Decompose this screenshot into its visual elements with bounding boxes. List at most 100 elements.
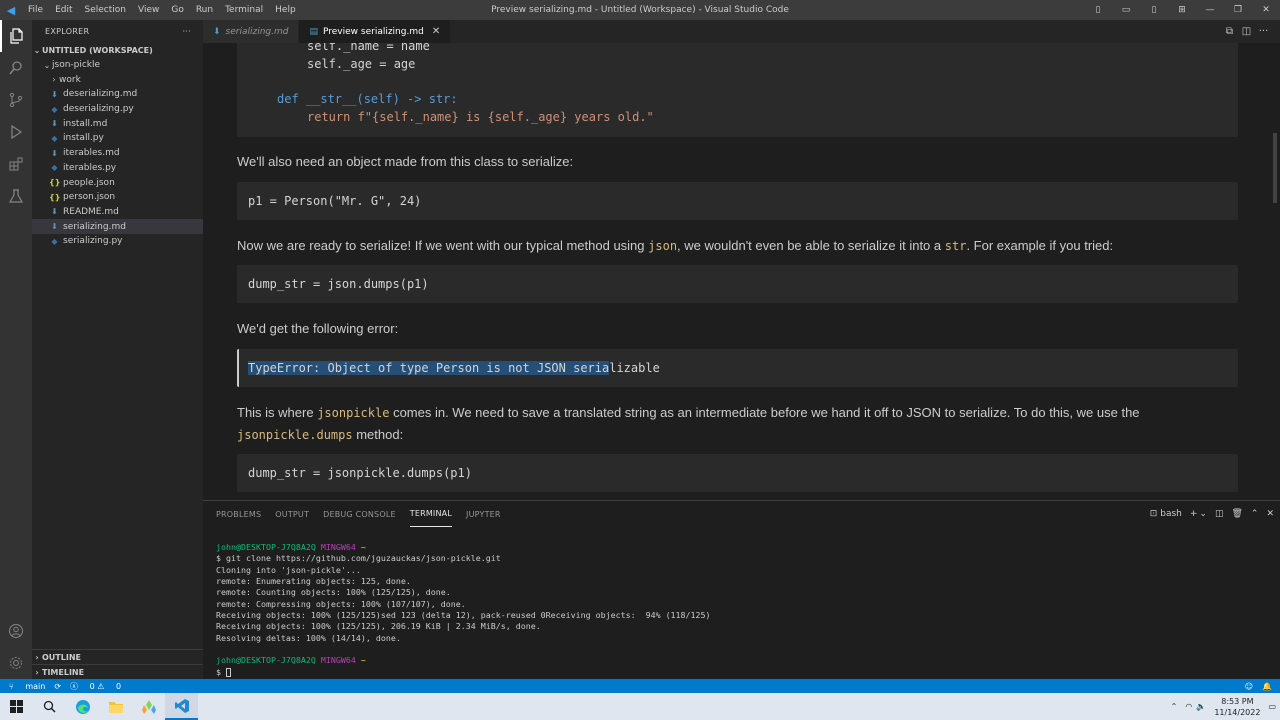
file-people-json[interactable]: {} people.json — [32, 175, 203, 190]
file-explorer-icon[interactable] — [99, 693, 132, 720]
source-control-icon[interactable] — [0, 84, 32, 116]
branch-indicator[interactable]: ⑂ main — [9, 682, 45, 691]
code-line: def __str__(self) -> str: — [277, 92, 458, 106]
accounts-icon[interactable] — [0, 615, 32, 647]
terminal-line: remote: Compressing objects: 100% (107/1… — [216, 598, 466, 609]
tab-terminal[interactable]: TERMINAL — [409, 501, 453, 527]
run-debug-icon[interactable] — [0, 116, 32, 148]
close-tab-icon[interactable]: ✕ — [432, 26, 440, 37]
bottom-panel: PROBLEMS OUTPUT DEBUG CONSOLE TERMINAL J… — [203, 500, 1280, 679]
menu-go[interactable]: Go — [165, 5, 189, 15]
outline-section[interactable]: › OUTLINE — [32, 649, 203, 664]
menu-terminal[interactable]: Terminal — [219, 5, 269, 15]
volume-icon[interactable]: 🔈 — [1196, 702, 1206, 711]
scrollbar-thumb[interactable] — [1273, 133, 1277, 203]
file-readme-md[interactable]: ⬇ README.md — [32, 205, 203, 220]
testing-icon[interactable] — [0, 180, 32, 212]
file-install-py[interactable]: ◆ install.py — [32, 131, 203, 146]
os-taskbar: ⌃ ◠ 🔈 8:53 PM 11/14/2022 ▭ — [0, 693, 1280, 720]
split-editor-icon[interactable]: ◫ — [1238, 26, 1255, 37]
file-install-md[interactable]: ⬇ install.md — [32, 116, 203, 131]
customize-layout-icon[interactable]: ⊞ — [1168, 5, 1196, 15]
clock[interactable]: 8:53 PM 11/14/2022 — [1214, 696, 1260, 718]
file-deserializing-md[interactable]: ⬇ deserializing.md — [32, 87, 203, 102]
more-actions-icon[interactable]: ··· — [182, 27, 191, 36]
file-deserializing-py[interactable]: ◆ deserializing.py — [32, 102, 203, 117]
menu-selection[interactable]: Selection — [79, 5, 132, 15]
toggle-secondary-sidebar-icon[interactable]: ▯ — [1140, 5, 1168, 15]
toggle-sidebar-icon[interactable]: ▯ — [1084, 5, 1112, 15]
notifications-icon[interactable]: 🔔 — [1262, 682, 1272, 691]
workspace-root[interactable]: ⌄ UNTITLED (WORKSPACE) — [32, 43, 203, 58]
json-file-icon: {} — [49, 178, 61, 188]
maximize-icon[interactable]: ❐ — [1224, 5, 1252, 15]
minimize-icon[interactable]: — — [1196, 5, 1224, 15]
markdown-file-icon: ⬇ — [51, 207, 58, 217]
extensions-icon[interactable] — [0, 148, 32, 180]
more-actions-icon[interactable]: ··· — [1255, 26, 1272, 37]
menu-edit[interactable]: Edit — [49, 5, 78, 15]
folder-work[interactable]: › work — [32, 72, 203, 87]
search-icon[interactable] — [0, 52, 32, 84]
code-line: dump_str = json.dumps(p1) — [248, 277, 429, 291]
problems-indicator[interactable]: ⓧ 0 ⚠ 0 — [70, 681, 121, 692]
markdown-file-icon: ⬇ — [213, 26, 221, 37]
search-icon[interactable] — [33, 693, 66, 720]
chevron-down-icon[interactable]: ⌄ — [1199, 509, 1207, 519]
inline-code: str — [944, 239, 967, 253]
tab-jupyter[interactable]: JUPYTER — [466, 501, 501, 527]
file-iterables-py[interactable]: ◆ iterables.py — [32, 161, 203, 176]
tab-preview-serializing-md[interactable]: ▤ Preview serializing.md ✕ — [299, 20, 452, 43]
vscode-taskbar-icon[interactable] — [165, 693, 198, 720]
menu-run[interactable]: Run — [190, 5, 219, 15]
prompt-user: john@DESKTOP-J7Q8A2Q — [216, 542, 316, 552]
tab-output[interactable]: OUTPUT — [275, 501, 309, 527]
menu-help[interactable]: Help — [269, 5, 302, 15]
edge-browser-icon[interactable] — [66, 693, 99, 720]
menu-file[interactable]: File — [22, 5, 49, 15]
markdown-preview[interactable]: self._name = name self._age = age def __… — [203, 43, 1270, 500]
feedback-icon[interactable]: ☺ — [1245, 682, 1253, 691]
terminal-output[interactable]: john@DESKTOP-J7Q8A2Q MINGW64 ~ $ git clo… — [216, 542, 711, 678]
windows-start-icon[interactable] — [0, 693, 33, 720]
wifi-icon[interactable]: ◠ — [1185, 702, 1192, 711]
folder-json-pickle[interactable]: ⌄ json-pickle — [32, 58, 203, 73]
file-label: deserializing.py — [63, 104, 134, 115]
tab-debug-console[interactable]: DEBUG CONSOLE — [323, 501, 396, 527]
file-iterables-md[interactable]: ⬇ iterables.md — [32, 146, 203, 161]
menu-view[interactable]: View — [132, 5, 165, 15]
tab-serializing-md[interactable]: ⬇ serializing.md — [203, 20, 300, 43]
editor-scrollbar[interactable] — [1270, 43, 1280, 500]
close-window-icon[interactable]: ✕ — [1252, 5, 1280, 15]
timeline-section[interactable]: › TIMELINE — [32, 664, 203, 679]
terminal-line: $ git clone https://github.com/jguzaucka… — [216, 553, 501, 564]
close-panel-icon[interactable]: ✕ — [1266, 509, 1274, 519]
chevron-right-icon: › — [52, 75, 56, 85]
notification-center-icon[interactable]: ▭ — [1268, 702, 1276, 711]
json-file-icon: {} — [49, 192, 61, 202]
tray-chevron-up-icon[interactable]: ⌃ — [1171, 702, 1178, 711]
activity-bar — [0, 20, 32, 679]
manage-gear-icon[interactable] — [0, 647, 32, 679]
maximize-panel-icon[interactable]: ⌃ — [1251, 509, 1259, 519]
file-person-json[interactable]: {} person.json — [32, 190, 203, 205]
app-icon[interactable] — [132, 693, 165, 720]
toggle-panel-icon[interactable]: ▭ — [1112, 5, 1140, 15]
trash-icon[interactable]: 🗑 — [1231, 509, 1242, 519]
file-serializing-md[interactable]: ⬇ serializing.md — [32, 219, 203, 234]
text: lizable — [609, 361, 660, 375]
chevron-down-icon: ⌄ — [43, 60, 51, 70]
tab-problems[interactable]: PROBLEMS — [216, 501, 261, 527]
file-label: deserializing.md — [63, 89, 138, 100]
split-terminal-icon[interactable]: ◫ — [1215, 509, 1224, 519]
new-terminal-icon[interactable]: + — [1190, 509, 1198, 519]
panel-tabs: PROBLEMS OUTPUT DEBUG CONSOLE TERMINAL J… — [203, 501, 508, 527]
shell-label[interactable]: bash — [1160, 509, 1182, 519]
markdown-file-icon: ⬇ — [51, 148, 58, 158]
sync-icon[interactable]: ⟳ — [54, 682, 61, 691]
file-serializing-py[interactable]: ◆ serializing.py — [32, 234, 203, 249]
terminal-line: remote: Counting objects: 100% (125/125)… — [216, 587, 451, 598]
explorer-icon[interactable] — [0, 20, 32, 52]
open-source-icon[interactable]: ⧉ — [1221, 26, 1238, 37]
system-tray: ⌃ ◠ 🔈 8:53 PM 11/14/2022 ▭ — [1171, 693, 1276, 720]
